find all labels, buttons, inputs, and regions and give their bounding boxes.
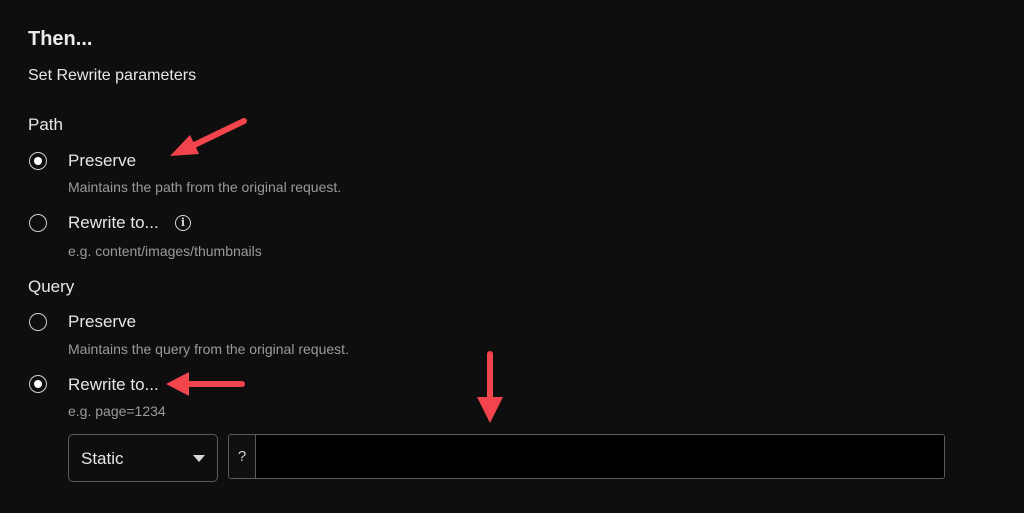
path-section-label: Path (28, 115, 63, 134)
query-type-select[interactable]: Static (68, 434, 218, 482)
page-subtitle: Set Rewrite parameters (28, 67, 197, 84)
query-rewrite-label[interactable]: Rewrite to... (68, 375, 159, 395)
annotation-arrow-group (166, 118, 503, 423)
path-rewrite-radio[interactable] (29, 214, 47, 232)
query-section-label: Query (28, 277, 75, 296)
annotation-arrowhead-query-rewrite (166, 372, 189, 396)
query-preserve-help: Maintains the query from the original re… (68, 341, 349, 357)
query-rewrite-help: e.g. page=1234 (68, 403, 166, 419)
query-prefix: ? (229, 435, 256, 478)
path-preserve-help: Maintains the path from the original req… (68, 179, 342, 195)
annotation-arrowhead-path-preserve (170, 135, 199, 156)
query-value-input[interactable] (256, 435, 944, 478)
annotation-arrowhead-query-input (477, 397, 503, 423)
info-icon[interactable]: i (175, 215, 191, 231)
chevron-down-icon (193, 455, 205, 462)
path-rewrite-label[interactable]: Rewrite to... (68, 213, 159, 233)
query-preserve-radio[interactable] (29, 313, 47, 331)
query-preserve-label[interactable]: Preserve (68, 312, 136, 332)
page-title: Then... (28, 28, 93, 50)
path-rewrite-help: e.g. content/images/thumbnails (68, 243, 262, 259)
query-type-select-value: Static (81, 449, 124, 468)
annotation-arrow-path-preserve (185, 118, 247, 151)
path-preserve-label[interactable]: Preserve (68, 151, 136, 171)
path-preserve-radio[interactable] (29, 152, 47, 170)
query-value-field[interactable]: ? (228, 434, 945, 479)
query-rewrite-radio[interactable] (29, 375, 47, 393)
